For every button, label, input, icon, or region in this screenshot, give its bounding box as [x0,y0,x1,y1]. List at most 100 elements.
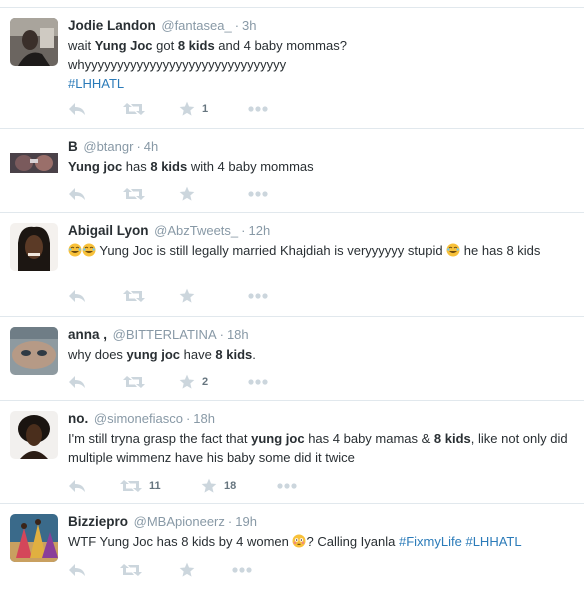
reply-button[interactable] [68,286,86,306]
author-name[interactable]: no. [68,411,88,426]
tweet[interactable]: anna , @BITTERLATINA · 18h why does yung j… [0,316,584,400]
laughing-emoji [68,243,82,257]
favorite-icon [179,101,195,116]
retweet-button[interactable] [120,560,149,580]
reply-button[interactable] [68,476,86,496]
favorite-button[interactable]: 1 [179,99,208,119]
separator-dot: · [241,223,246,238]
retweet-button[interactable] [123,372,152,392]
author-name[interactable]: Abigail Lyon [68,223,149,238]
favorite-button[interactable] [179,286,202,306]
tweet-text: Yung joc has 8 kids with 4 baby mommas [68,159,314,174]
retweet-button[interactable] [123,99,152,119]
author-handle[interactable]: @fantasea_ [161,18,231,33]
more-button[interactable] [248,99,268,119]
reply-icon [69,564,85,576]
author-name[interactable]: Bizziepro [68,514,128,529]
more-icon [248,191,268,197]
laughing-emoji [82,243,96,257]
reply-button[interactable] [68,372,86,392]
author-handle[interactable]: @simonefiasco [94,411,183,426]
timestamp[interactable]: 19h [235,514,257,529]
flushed-emoji [292,534,306,548]
more-button[interactable] [248,286,268,306]
author-handle[interactable]: @MBApioneerz [134,514,225,529]
author-name[interactable]: Jodie Landon [68,18,156,33]
timestamp[interactable]: 18h [227,327,249,342]
timestamp[interactable]: 12h [248,223,270,238]
more-button[interactable] [248,372,268,392]
retweet-icon [123,376,145,388]
separator-dot: · [185,411,191,426]
laughing-emoji [446,243,460,257]
retweet-icon [120,480,142,492]
avatar[interactable] [10,223,58,271]
favorite-icon [179,374,195,389]
avatar[interactable] [10,139,58,187]
reply-button[interactable] [68,99,86,119]
separator-dot: · [227,514,233,529]
retweet-button[interactable] [123,286,152,306]
author-handle[interactable]: @btangr [83,139,133,154]
author-name[interactable]: B [68,139,78,154]
more-icon [232,567,252,573]
favorite-count: 18 [224,480,237,492]
separator-dot: · [219,327,224,342]
author-handle[interactable]: @BITTERLATINA [113,327,217,342]
favorite-count: 1 [202,103,209,115]
favorite-button[interactable] [179,560,202,580]
reply-button[interactable] [68,560,86,580]
reply-button[interactable] [68,184,86,204]
more-button[interactable] [232,560,252,580]
retweet-icon [123,188,145,200]
author-name[interactable]: anna , [68,327,107,342]
favorite-icon [201,478,217,493]
tweet-text: wait Yung Joc got 8 kids and 4 baby momm… [68,38,347,91]
avatar[interactable] [10,18,58,66]
retweet-icon [120,564,142,576]
avatar[interactable] [10,327,58,375]
tweet-text: why does yung joc have 8 kids. [68,347,256,362]
tweet[interactable]: Abigail Lyon @AbzTweets_ · 12h Yung Joc is… [0,212,584,316]
more-icon [248,379,268,385]
reply-icon [69,290,85,302]
tweet[interactable]: B @btangr · 4h Yung joc has 8 kids with 4 … [0,128,584,212]
tweet-text: WTF Yung Joc has 8 kids by 4 women ? Cal… [68,534,522,549]
timestamp[interactable]: 3h [242,18,256,33]
separator-dot: · [136,139,141,154]
avatar[interactable] [10,411,58,459]
tweet[interactable]: Bizziepro @MBApioneerz · 19h WTF Yung Joc … [0,503,584,600]
timestamp[interactable]: 18h [193,411,215,426]
reply-icon [69,480,85,492]
tweet-timeline: Jodie Landon @fantasea_ · 3h wait Yung Joc… [0,0,584,600]
retweet-icon [123,103,145,115]
favorite-button[interactable]: 18 [201,476,236,496]
favorite-icon [179,562,195,577]
reply-icon [69,188,85,200]
hashtag-link[interactable]: #LHHATL [68,76,124,91]
more-icon [277,483,297,489]
favorite-icon [179,288,195,303]
tweet[interactable]: Jodie Landon @fantasea_ · 3h wait Yung Joc… [0,7,584,128]
hashtag-link[interactable]: #LHHATL [465,534,521,549]
more-icon [248,293,268,299]
author-handle[interactable]: @AbzTweets_ [154,223,238,238]
retweet-count: 11 [149,480,161,492]
favorite-count: 2 [202,376,209,388]
hashtag-link[interactable]: #FixmyLife [399,534,462,549]
reply-icon [69,376,85,388]
separator-dot: · [234,18,240,33]
retweet-button[interactable]: 11 [120,476,161,496]
favorite-button[interactable] [179,184,202,204]
more-button[interactable] [277,476,297,496]
tweet-text: I'm still tryna grasp the fact that yung… [68,431,568,465]
retweet-icon [123,290,145,302]
tweet[interactable]: no. @simonefiasco · 18h I'm still tryna gr… [0,400,584,503]
more-button[interactable] [248,184,268,204]
favorite-button[interactable]: 2 [179,372,208,392]
more-icon [248,106,268,112]
favorite-icon [179,186,195,201]
avatar[interactable] [10,514,58,562]
retweet-button[interactable] [123,184,152,204]
timestamp[interactable]: 4h [144,139,158,154]
